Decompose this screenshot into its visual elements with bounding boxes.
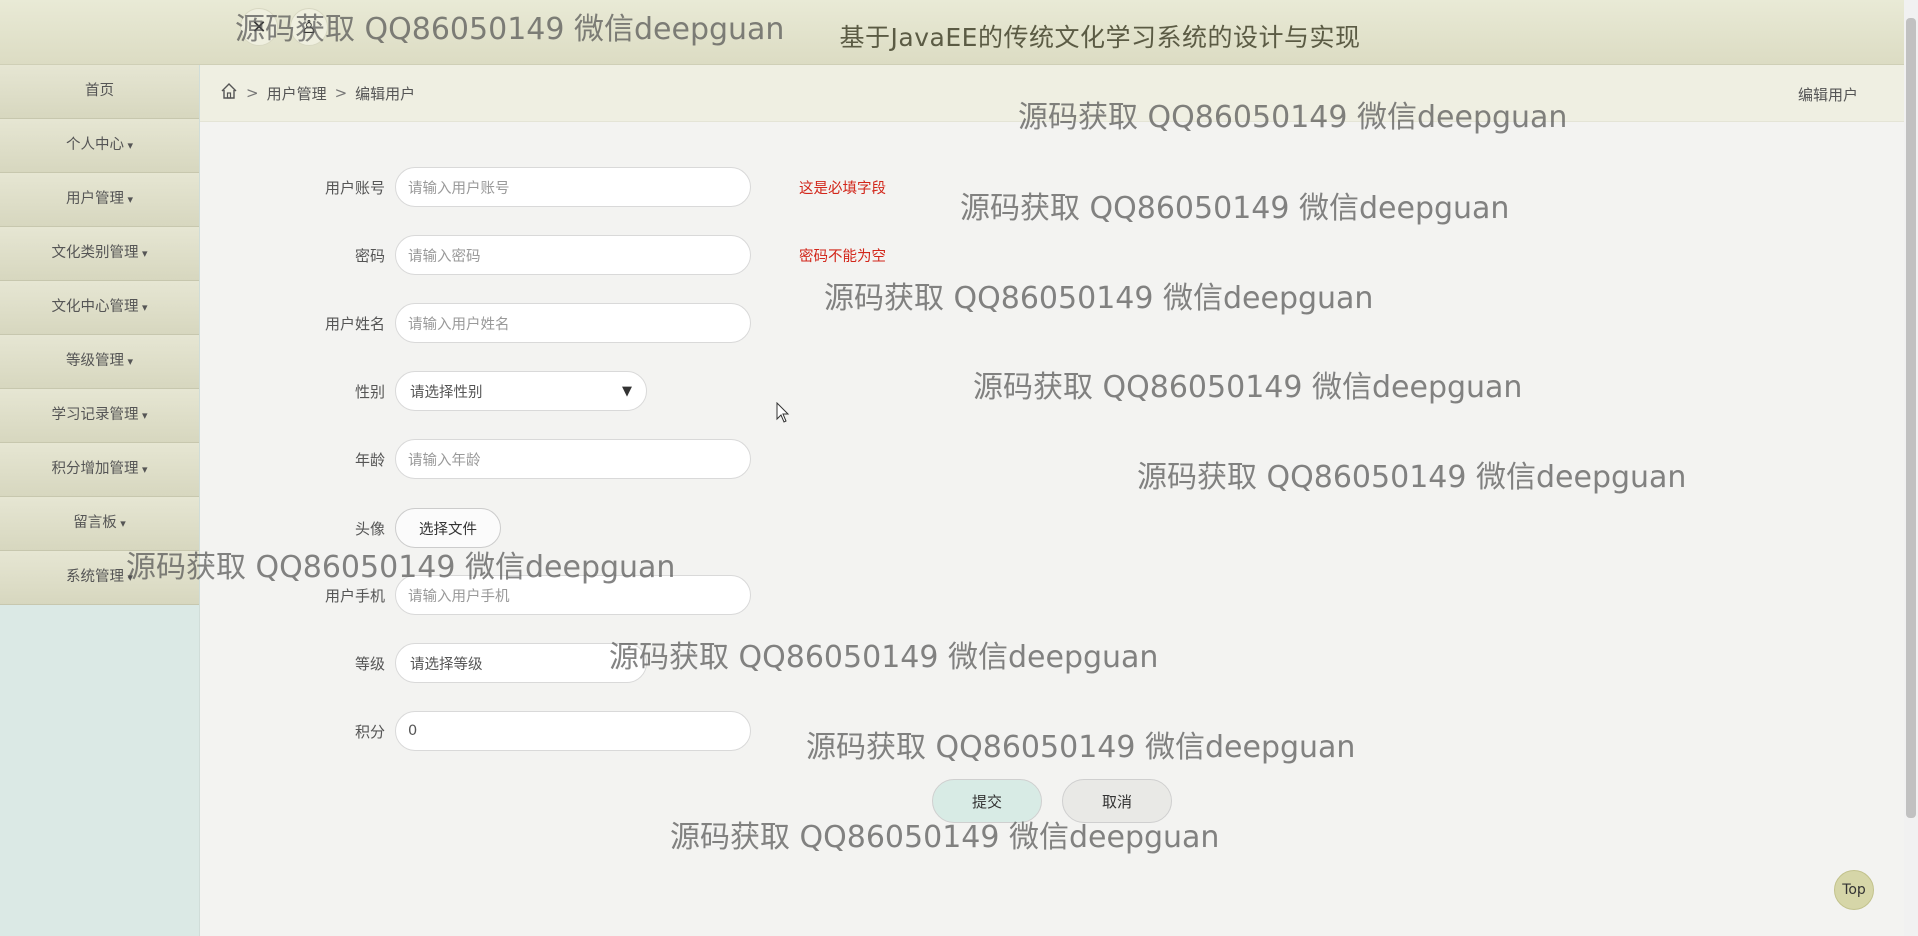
watermark-text: 源码获取 QQ86050149 微信deepguan bbox=[806, 730, 1356, 765]
account-label: 用户账号 bbox=[324, 178, 385, 197]
watermark-text: 源码获取 QQ86050149 微信deepguan bbox=[609, 640, 1159, 675]
password-label: 密码 bbox=[354, 246, 385, 265]
home-icon[interactable] bbox=[220, 82, 238, 104]
name-label: 用户姓名 bbox=[324, 314, 385, 333]
mouse-cursor-icon bbox=[776, 402, 790, 423]
form-row-level: 等级 请选择等级 bbox=[280, 643, 647, 683]
age-label: 年龄 bbox=[354, 450, 385, 469]
avatar-label: 头像 bbox=[354, 519, 385, 538]
back-to-top-button[interactable]: Top bbox=[1834, 870, 1874, 910]
vertical-scrollbar[interactable] bbox=[1904, 0, 1918, 936]
age-input[interactable]: 请输入年龄 bbox=[395, 439, 751, 479]
phone-input[interactable]: 请输入用户手机 bbox=[395, 575, 751, 615]
watermark-text: 源码获取 QQ86050149 微信deepguan bbox=[973, 370, 1523, 405]
form-row-gender: 性别 请选择性别 ▼ bbox=[280, 371, 647, 411]
sidebar: 首页 个人中心 用户管理 文化类别管理 文化中心管理 等级管理 学习记录管理 积… bbox=[0, 65, 200, 936]
form-row-account: 用户账号 请输入用户账号 bbox=[280, 167, 751, 207]
phone-label: 用户手机 bbox=[324, 586, 385, 605]
gender-label: 性别 bbox=[354, 382, 385, 401]
app-title: 基于JavaEE的传统文化学习系统的设计与实现 bbox=[839, 23, 1361, 52]
breadcrumb-edit-user: 编辑用户 bbox=[355, 84, 416, 103]
submit-button[interactable]: 提交 bbox=[932, 779, 1042, 823]
form-row-name: 用户姓名 请输入用户姓名 bbox=[280, 303, 751, 343]
sidebar-item-message-board[interactable]: 留言板 bbox=[0, 497, 199, 551]
gender-selected: 请选择性别 bbox=[410, 384, 483, 401]
level-select[interactable]: 请选择等级 bbox=[395, 643, 647, 683]
name-input[interactable]: 请输入用户姓名 bbox=[395, 303, 751, 343]
form-row-password: 密码 请输入密码 bbox=[280, 235, 751, 275]
gender-select[interactable]: 请选择性别 ▼ bbox=[395, 371, 647, 411]
form-row-avatar: 头像 选择文件 bbox=[280, 508, 501, 548]
sidebar-item-level-management[interactable]: 等级管理 bbox=[0, 335, 199, 389]
sidebar-item-personal-center[interactable]: 个人中心 bbox=[0, 119, 199, 173]
form-row-age: 年龄 请输入年龄 bbox=[280, 439, 751, 479]
sidebar-item-home[interactable]: 首页 bbox=[0, 65, 199, 119]
sidebar-item-points-management[interactable]: 积分增加管理 bbox=[0, 443, 199, 497]
watermark-text: 源码获取 QQ86050149 微信deepguan bbox=[824, 281, 1374, 316]
top-header: ✕ ♙ 基于JavaEE的传统文化学习系统的设计与实现 bbox=[0, 0, 1904, 65]
breadcrumb-bar: > 用户管理 > 编辑用户 编辑用户 bbox=[200, 65, 1904, 122]
page-title: 编辑用户 bbox=[1797, 86, 1858, 104]
sidebar-item-culture-category[interactable]: 文化类别管理 bbox=[0, 227, 199, 281]
choose-file-button[interactable]: 选择文件 bbox=[395, 508, 501, 548]
form-row-phone: 用户手机 请输入用户手机 bbox=[280, 575, 751, 615]
sidebar-item-user-management[interactable]: 用户管理 bbox=[0, 173, 199, 227]
points-label: 积分 bbox=[354, 722, 385, 741]
breadcrumb-separator: > bbox=[246, 84, 259, 102]
cancel-button[interactable]: 取消 bbox=[1062, 779, 1172, 823]
sidebar-item-culture-center[interactable]: 文化中心管理 bbox=[0, 281, 199, 335]
breadcrumb: > 用户管理 > 编辑用户 bbox=[220, 82, 415, 104]
level-label: 等级 bbox=[354, 654, 385, 673]
breadcrumb-separator: > bbox=[334, 84, 348, 102]
sidebar-item-system-management[interactable]: 系统管理 bbox=[0, 551, 199, 605]
form-row-points: 积分 0 bbox=[280, 711, 751, 751]
sidebar-item-study-records[interactable]: 学习记录管理 bbox=[0, 389, 199, 443]
watermark-text: 源码获取 QQ86050149 微信deepguan bbox=[1137, 460, 1687, 495]
scrollbar-thumb[interactable] bbox=[1906, 18, 1916, 818]
breadcrumb-user-management[interactable]: 用户管理 bbox=[267, 83, 327, 104]
password-error: 密码不能为空 bbox=[799, 249, 886, 265]
watermark-text: 源码获取 QQ86050149 微信deepguan bbox=[960, 191, 1510, 226]
password-input[interactable]: 请输入密码 bbox=[395, 235, 751, 275]
account-error: 这是必填字段 bbox=[799, 181, 886, 197]
chevron-down-icon: ▼ bbox=[622, 383, 632, 399]
level-selected: 请选择等级 bbox=[410, 656, 483, 673]
points-input[interactable]: 0 bbox=[395, 711, 751, 751]
account-input[interactable]: 请输入用户账号 bbox=[395, 167, 751, 207]
